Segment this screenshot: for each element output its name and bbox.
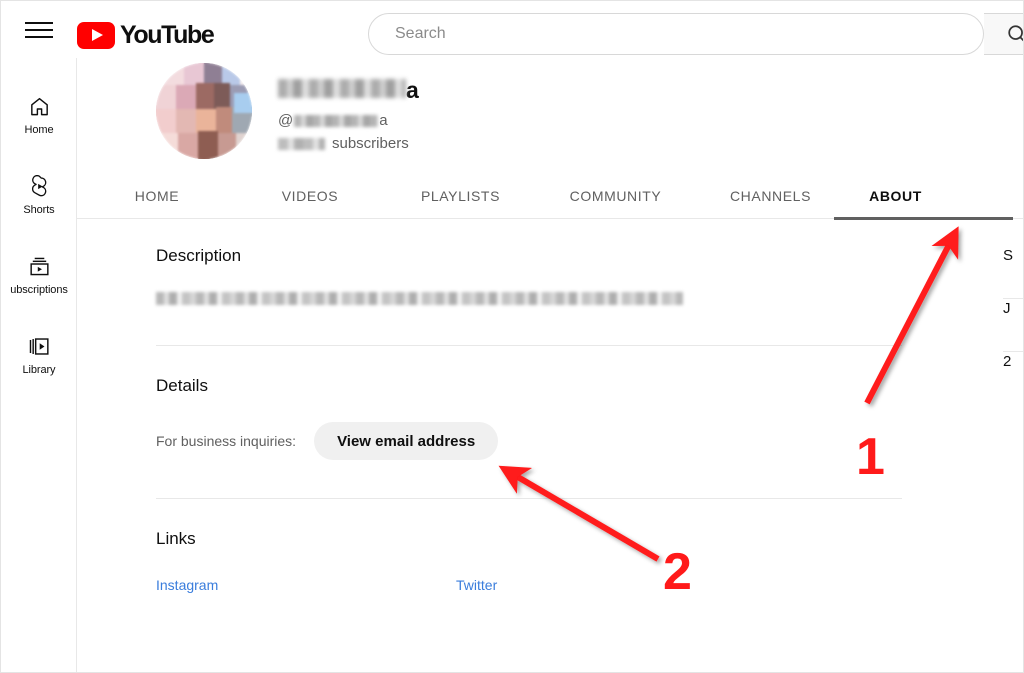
sidebar-item-library[interactable]: Library xyxy=(1,318,77,392)
search-button[interactable] xyxy=(984,13,1023,55)
left-sidebar: Home Shorts ubscriptions Library xyxy=(1,58,77,672)
business-inquiries-row: For business inquiries: View email addre… xyxy=(156,422,902,460)
description-heading: Description xyxy=(156,246,242,265)
tab-videos[interactable]: VIDEOS xyxy=(237,173,383,219)
hamburger-line xyxy=(25,29,53,31)
link-twitter[interactable]: Twitter xyxy=(456,577,497,593)
channel-name-redacted xyxy=(278,79,406,98)
links-section: Links Instagram Twitter xyxy=(156,529,902,593)
description-text-redacted xyxy=(156,292,683,305)
hamburger-line xyxy=(25,36,53,38)
sidebar-item-label: ubscriptions xyxy=(10,284,68,296)
tab-channels[interactable]: CHANNELS xyxy=(693,173,848,219)
tab-home[interactable]: HOME xyxy=(77,173,237,219)
shorts-icon xyxy=(27,174,51,198)
library-icon xyxy=(27,334,51,358)
business-inquiries-label: For business inquiries: xyxy=(156,433,297,449)
channel-name-visible-tail: a xyxy=(406,77,419,103)
sidebar-item-subscriptions[interactable]: ubscriptions xyxy=(1,238,77,312)
tab-about[interactable]: ABOUT xyxy=(834,173,1013,220)
search-icon xyxy=(1007,25,1023,42)
stats-line: S xyxy=(1003,247,1014,264)
about-content: Description Details For business inquiri… xyxy=(156,246,902,593)
subscriber-count-redacted xyxy=(278,137,325,150)
sidebar-item-home[interactable]: Home xyxy=(1,78,77,152)
details-section: Details For business inquiries: View ema… xyxy=(156,376,902,460)
subscriber-count: subscribers xyxy=(278,135,419,152)
stats-column-clipped: S J 2 xyxy=(1003,246,1023,404)
view-email-address-button[interactable]: View email address xyxy=(314,422,499,460)
links-list: Instagram Twitter xyxy=(156,577,902,593)
top-navigation-bar: YouTube xyxy=(1,1,1023,58)
stats-line: J xyxy=(1003,300,1011,317)
details-heading: Details xyxy=(156,376,208,395)
search-input[interactable] xyxy=(368,13,984,55)
subscriptions-icon xyxy=(27,254,51,278)
search-bar xyxy=(368,13,1023,55)
youtube-logo[interactable]: YouTube xyxy=(77,21,215,50)
hamburger-line xyxy=(25,22,53,24)
handle-visible-tail: a xyxy=(379,112,388,129)
channel-handle: @ a xyxy=(278,112,419,129)
sidebar-item-label: Shorts xyxy=(23,204,55,216)
channel-header: a @ a subscribers xyxy=(156,63,419,159)
channel-meta: a @ a subscribers xyxy=(278,63,419,152)
divider xyxy=(156,345,902,346)
channel-handle-redacted xyxy=(294,114,379,127)
tab-playlists[interactable]: PLAYLISTS xyxy=(383,173,538,219)
links-heading: Links xyxy=(156,529,196,548)
channel-avatar[interactable] xyxy=(156,63,252,159)
handle-prefix: @ xyxy=(278,112,294,129)
subscribers-label: subscribers xyxy=(332,135,409,152)
sidebar-item-label: Library xyxy=(22,364,56,376)
youtube-logo-text: YouTube xyxy=(120,21,215,49)
tab-community[interactable]: COMMUNITY xyxy=(538,173,693,219)
hamburger-menu-icon[interactable] xyxy=(25,22,53,38)
link-instagram[interactable]: Instagram xyxy=(156,577,456,593)
home-icon xyxy=(27,94,51,118)
divider xyxy=(156,498,902,499)
youtube-channel-about-screenshot: YouTube Home xyxy=(0,0,1024,673)
youtube-play-icon xyxy=(77,22,115,49)
channel-tabs: HOME VIDEOS PLAYLISTS COMMUNITY CHANNELS… xyxy=(77,173,1023,220)
channel-name: a xyxy=(278,79,419,105)
sidebar-item-label: Home xyxy=(24,124,54,136)
description-section: Description xyxy=(156,246,902,305)
stats-line: 2 xyxy=(1003,353,1012,370)
sidebar-item-shorts[interactable]: Shorts xyxy=(1,158,77,232)
